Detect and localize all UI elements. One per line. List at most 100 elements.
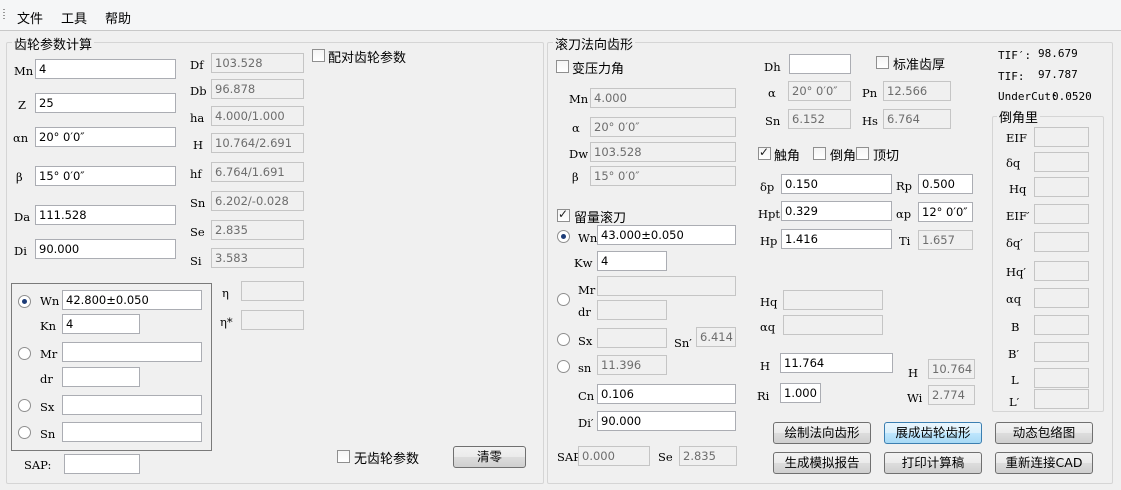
hob-sx-radio[interactable] xyxy=(557,333,570,346)
delta-p-input[interactable]: 0.150 xyxy=(781,174,892,194)
wi-label: Wi xyxy=(907,391,923,405)
eta-star-output xyxy=(241,310,304,330)
hob-alpha-output: 20° 0′0″ xyxy=(590,117,736,137)
mn-input[interactable]: 4 xyxy=(35,59,176,79)
hob-h-input[interactable]: 11.764 xyxy=(780,353,893,373)
menu-tools[interactable]: 工具 xyxy=(61,8,87,27)
wn-radio[interactable] xyxy=(18,295,31,308)
no-gear-checkbox[interactable] xyxy=(337,450,350,463)
hob-sn-radio[interactable] xyxy=(557,360,570,373)
rp-input[interactable]: 0.500 xyxy=(918,174,973,194)
beta-label: β xyxy=(16,170,23,184)
sx-input[interactable] xyxy=(62,395,202,415)
hob-alpha2-output: 20° 0′0″ xyxy=(788,81,851,101)
rp-label: Rp xyxy=(896,179,913,193)
hpt-label: Hpt xyxy=(758,207,781,221)
mr-label: Mr xyxy=(40,347,58,361)
sn-output: 6.202/-0.028 xyxy=(211,191,304,211)
sn-radio[interactable] xyxy=(18,426,31,439)
dr-input[interactable] xyxy=(62,367,140,387)
hob-wn-label: Wn xyxy=(578,231,598,245)
hob-alpha-q-label: αq xyxy=(760,320,776,334)
z-input[interactable]: 25 xyxy=(35,93,176,113)
wn-label: Wn xyxy=(40,294,60,308)
chamfer-field-label: B xyxy=(1011,320,1020,334)
delta-p-label: δp xyxy=(760,180,775,194)
protuberance-checkbox[interactable] xyxy=(758,145,771,160)
hob-beta-output: 15° 0′0″ xyxy=(590,166,736,186)
hob-mr-label: Mr xyxy=(578,283,596,297)
ri-input[interactable]: 1.000 xyxy=(780,383,821,403)
unfold-gear-profile-button[interactable]: 展成齿轮齿形 xyxy=(884,422,982,444)
alpha-n-input[interactable]: 20° 0′0″ xyxy=(35,127,176,147)
wn-input[interactable]: 42.800±0.050 xyxy=(62,290,202,310)
di-input[interactable]: 90.000 xyxy=(35,239,176,259)
mr-radio[interactable] xyxy=(18,347,31,360)
dynamic-envelope-button[interactable]: 动态包络图 xyxy=(995,422,1093,444)
sx-label: Sx xyxy=(40,400,55,414)
hob-sn-output: 6.152 xyxy=(788,109,851,129)
hob-mn-output: 4.000 xyxy=(590,88,736,108)
kw-input[interactable]: 4 xyxy=(597,251,667,271)
dh-label: Dh xyxy=(764,60,781,74)
h-label: H xyxy=(193,138,204,152)
beta-input[interactable]: 15° 0′0″ xyxy=(35,166,176,186)
gear-calc-title: 齿轮参数计算 xyxy=(12,34,95,53)
hob-wn-radio[interactable] xyxy=(557,230,570,243)
clear-button[interactable]: 清零 xyxy=(453,446,526,468)
chamfer-field-label: L′ xyxy=(1009,395,1020,409)
sn2-label: Sn xyxy=(40,427,56,441)
hob-sap-output: 0.000 xyxy=(578,446,650,466)
alpha-p-input[interactable]: 12° 0′0″ xyxy=(918,202,973,222)
ti-output: 1.657 xyxy=(918,230,973,250)
menu-file[interactable]: 文件 xyxy=(17,8,43,27)
chamfer-field-label: δq′ xyxy=(1006,236,1023,250)
tif-prime-label: TIF′: xyxy=(998,49,1032,62)
chamfer-field-label: B′ xyxy=(1008,347,1020,361)
chamfer-field-output xyxy=(1034,204,1089,224)
menu-help[interactable]: 帮助 xyxy=(105,8,131,27)
reserve-hob-checkbox[interactable] xyxy=(557,207,570,222)
cn-input[interactable]: 0.106 xyxy=(597,384,736,404)
sx-radio[interactable] xyxy=(18,399,31,412)
pair-gear-checkbox[interactable] xyxy=(312,49,325,62)
chamfer-checkbox[interactable] xyxy=(813,147,826,160)
hob-alpha-q-output xyxy=(783,315,883,335)
sap-input[interactable] xyxy=(64,454,140,474)
hob-se-output: 2.835 xyxy=(679,446,737,466)
hob-h2-label: H xyxy=(908,366,919,380)
variable-pressure-label: 变压力角 xyxy=(572,62,625,77)
ha-output: 4.000/1.000 xyxy=(211,106,304,126)
pn-label: Pn xyxy=(862,86,878,100)
hob-sx-label: Sx xyxy=(578,334,593,348)
chamfer-field-output xyxy=(1034,368,1089,388)
da-input[interactable]: 111.528 xyxy=(35,205,176,225)
print-sheet-button[interactable]: 打印计算稿 xyxy=(884,452,982,474)
kn-label: Kn xyxy=(40,319,56,333)
variable-pressure-checkbox[interactable] xyxy=(556,60,569,73)
sn2-input[interactable] xyxy=(62,422,202,442)
draw-normal-profile-button[interactable]: 绘制法向齿形 xyxy=(773,422,871,444)
standard-thickness-checkbox[interactable] xyxy=(876,56,889,69)
chamfer-field-output xyxy=(1034,152,1089,172)
hob-mr-radio[interactable] xyxy=(557,293,570,306)
hob-alpha2-label: α xyxy=(768,86,776,100)
di-prime-input[interactable]: 90.000 xyxy=(597,411,736,431)
simulate-report-button[interactable]: 生成模拟报告 xyxy=(773,452,871,474)
hp-input[interactable]: 1.416 xyxy=(781,229,892,249)
tip-relief-checkbox[interactable] xyxy=(856,147,869,160)
mr-input[interactable] xyxy=(62,342,202,362)
df-label: Df xyxy=(190,58,204,72)
da-label: Da xyxy=(14,210,31,224)
hob-sn-small-output: 11.396 xyxy=(597,355,667,375)
hf-label: hf xyxy=(190,167,202,181)
dh-input[interactable] xyxy=(789,54,851,74)
chamfer-field-output xyxy=(1034,342,1089,362)
reconnect-cad-button[interactable]: 重新连接CAD xyxy=(995,452,1093,474)
hpt-input[interactable]: 0.329 xyxy=(781,201,892,221)
chamfer-field-output xyxy=(1034,315,1089,335)
hob-wn-input[interactable]: 43.000±0.050 xyxy=(597,225,736,245)
kn-input[interactable]: 4 xyxy=(62,314,140,334)
alpha-n-label: αn xyxy=(13,131,29,145)
hob-h-label: H xyxy=(760,359,771,373)
